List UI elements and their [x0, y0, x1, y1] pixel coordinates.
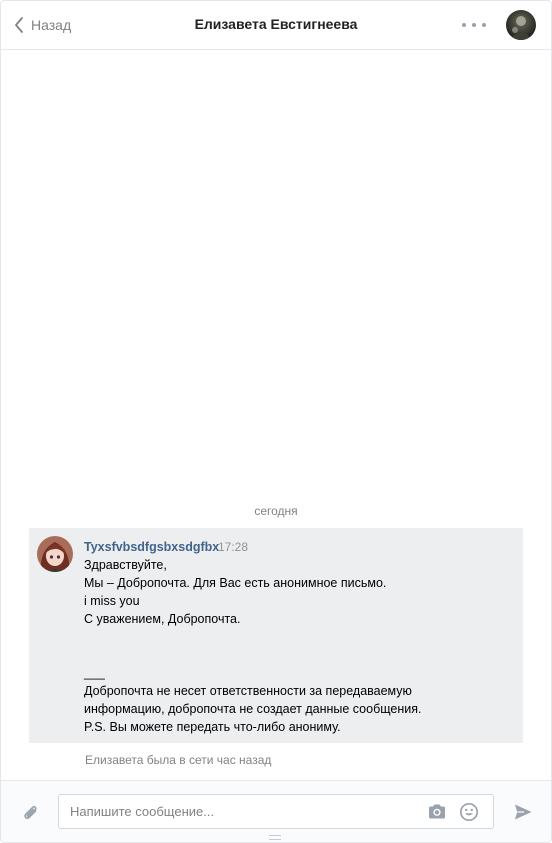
- more-horizontal-icon[interactable]: [462, 16, 486, 34]
- message-line: Здравствуйте,: [84, 558, 167, 572]
- message-line: i miss you: [84, 594, 140, 608]
- paperclip-icon[interactable]: [21, 803, 41, 828]
- dot: [472, 23, 476, 27]
- message-line: P.S. Вы можете передать что-либо анониму…: [84, 720, 341, 734]
- smile-icon[interactable]: [459, 802, 479, 827]
- message-line: С уважением, Добропочта.: [84, 612, 241, 626]
- message-line: ___: [84, 666, 105, 680]
- chat-header: Назад Елизавета Евстигнеева: [1, 1, 551, 50]
- message-composer: [1, 780, 551, 842]
- message-text: Здравствуйте, Мы – Добропочта. Для Вас е…: [84, 556, 514, 736]
- message-line: Добропочта не несет ответственности за п…: [84, 684, 412, 698]
- chat-window: Назад Елизавета Евстигнеева сегодня Tyxs…: [0, 0, 552, 843]
- message-author[interactable]: Tyxsfvbsdfgsbxsdgfbx: [84, 540, 219, 554]
- dot: [462, 23, 466, 27]
- send-icon[interactable]: [513, 803, 533, 826]
- message-time[interactable]: 17:28: [218, 540, 248, 554]
- message-line: [84, 646, 514, 664]
- message-item: Tyxsfvbsdfgsbxsdgfbx 17:28 Здравствуйте,…: [29, 528, 523, 743]
- message-line: информацию, добропочта не создает данные…: [84, 702, 422, 716]
- sender-avatar[interactable]: [37, 536, 73, 572]
- message-line: [84, 628, 514, 646]
- date-separator: сегодня: [254, 504, 298, 518]
- message-line: Мы – Добропочта. Для Вас есть анонимное …: [84, 576, 387, 590]
- contact-avatar[interactable]: [506, 10, 536, 40]
- camera-icon[interactable]: [427, 803, 447, 826]
- avatar-image: [506, 10, 536, 40]
- online-status: Елизавета была в сети час назад: [85, 753, 272, 767]
- resize-handle[interactable]: [269, 835, 281, 840]
- avatar-image: [37, 536, 73, 572]
- dot: [482, 23, 486, 27]
